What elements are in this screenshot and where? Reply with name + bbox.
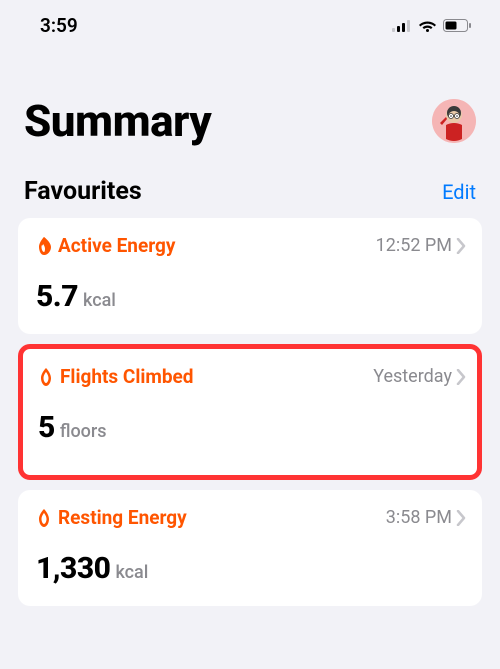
- card-flights-climbed[interactable]: Flights Climbed Yesterday 5 floors: [18, 344, 482, 480]
- card-time-group: 3:58 PM: [386, 507, 466, 528]
- card-value-row: 5 floors: [38, 410, 466, 445]
- card-title-group: Flights Climbed: [38, 365, 193, 388]
- card-resting-energy[interactable]: Resting Energy 3:58 PM 1,330 kcal: [18, 490, 482, 606]
- status-time: 3:59: [40, 14, 78, 37]
- status-bar: 3:59: [0, 0, 500, 45]
- card-value: 5.7: [36, 279, 78, 314]
- card-title: Active Energy: [58, 234, 175, 257]
- header-row: Summary: [0, 45, 500, 167]
- signal-icon: [392, 20, 412, 32]
- card-value: 5: [38, 410, 55, 445]
- page-title: Summary: [24, 95, 211, 147]
- flame-icon: [36, 509, 52, 527]
- card-title: Resting Energy: [58, 506, 187, 529]
- card-title-group: Resting Energy: [36, 506, 187, 529]
- card-unit: kcal: [115, 562, 148, 583]
- status-icons: [392, 19, 472, 32]
- card-header: Active Energy 12:52 PM: [36, 234, 466, 257]
- cards-container: Active Energy 12:52 PM 5.7 kcal Flights …: [0, 218, 500, 606]
- card-unit: floors: [60, 421, 107, 442]
- card-title-group: Active Energy: [36, 234, 175, 257]
- card-time: Yesterday: [373, 366, 452, 387]
- card-header: Flights Climbed Yesterday: [38, 365, 466, 388]
- chevron-right-icon: [456, 369, 466, 385]
- card-value-row: 5.7 kcal: [36, 279, 466, 314]
- card-unit: kcal: [83, 290, 116, 311]
- card-active-energy[interactable]: Active Energy 12:52 PM 5.7 kcal: [18, 218, 482, 334]
- chevron-right-icon: [456, 510, 466, 526]
- card-header: Resting Energy 3:58 PM: [36, 506, 466, 529]
- card-value: 1,330: [36, 551, 110, 586]
- avatar[interactable]: [432, 99, 476, 143]
- wifi-icon: [418, 19, 437, 32]
- section-title: Favourites: [24, 177, 142, 206]
- edit-button[interactable]: Edit: [442, 180, 476, 204]
- battery-icon: [443, 19, 472, 32]
- flame-icon: [36, 237, 52, 255]
- card-time: 12:52 PM: [376, 235, 452, 256]
- card-value-row: 1,330 kcal: [36, 551, 466, 586]
- card-time: 3:58 PM: [386, 507, 452, 528]
- card-title: Flights Climbed: [60, 365, 193, 388]
- section-header: Favourites Edit: [0, 167, 500, 218]
- card-time-group: 12:52 PM: [376, 235, 466, 256]
- card-time-group: Yesterday: [373, 366, 466, 387]
- flame-icon: [38, 368, 54, 386]
- chevron-right-icon: [456, 238, 466, 254]
